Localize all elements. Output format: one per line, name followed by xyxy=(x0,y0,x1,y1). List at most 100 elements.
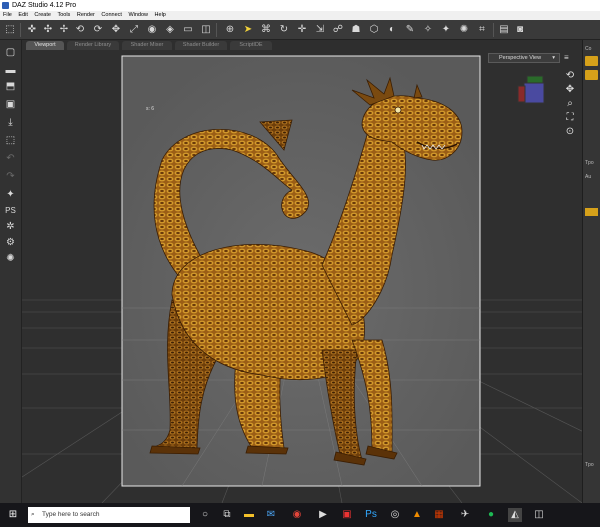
scene-render xyxy=(22,55,582,503)
surface-selection-icon[interactable]: ◐ xyxy=(386,24,398,36)
active-pose-icon[interactable]: ⟲ xyxy=(74,24,86,36)
render-settings-icon[interactable]: ▤ xyxy=(498,24,510,36)
gear-icon[interactable]: ⚙ xyxy=(4,236,17,249)
content-icon[interactable] xyxy=(585,70,598,80)
app-icon[interactable]: ◎ xyxy=(388,508,402,522)
camera-dropdown[interactable]: Perspective View ▾ xyxy=(488,53,560,63)
figure-icon[interactable]: ☗ xyxy=(350,24,362,36)
tab-scriptide[interactable]: ScriptIDE xyxy=(230,41,272,50)
menu-connect[interactable]: Connect xyxy=(101,11,122,20)
daz-studio-taskbar-icon[interactable]: ◭ xyxy=(508,508,522,522)
universal-tool-icon[interactable]: ⊕ xyxy=(224,24,236,36)
save-as-icon[interactable]: ⤓ xyxy=(4,116,17,129)
spot-render-icon[interactable]: ▭ xyxy=(182,24,194,36)
export-icon[interactable]: ⬚ xyxy=(4,134,17,147)
menu-window[interactable]: Window xyxy=(128,11,148,20)
undo-icon[interactable]: ↶ xyxy=(4,152,17,165)
tab-viewport[interactable]: Viewport xyxy=(26,41,64,50)
geometry-icon[interactable]: ◈ xyxy=(164,24,176,36)
panel-tab-label[interactable]: Co xyxy=(585,44,599,54)
viewport-nav-tools: ⟲ ✥ ⌕ ⛶ ⊙ xyxy=(562,70,578,140)
office-icon[interactable]: ▦ xyxy=(432,508,446,522)
rotate-icon[interactable]: ⟳ xyxy=(92,24,104,36)
pose-tool-icon[interactable]: ⌘ xyxy=(260,24,272,36)
scale-tool-icon[interactable]: ⇲ xyxy=(314,24,326,36)
frame-icon[interactable]: ⛶ xyxy=(564,112,576,124)
scale-icon[interactable]: ⤢ xyxy=(128,24,140,36)
orbit-icon[interactable]: ⟲ xyxy=(564,70,576,82)
menu-file[interactable]: File xyxy=(3,11,12,20)
file-explorer-icon[interactable]: ▬ xyxy=(242,508,256,522)
joint-editor-icon[interactable]: ✣ xyxy=(42,24,54,36)
photoshop-icon[interactable]: Ps xyxy=(364,508,378,522)
scene-item-icon[interactable] xyxy=(585,208,598,216)
chrome-icon[interactable]: ◉ xyxy=(290,508,304,522)
folder-icon[interactable] xyxy=(585,56,598,66)
pdf-icon[interactable]: ▣ xyxy=(340,508,354,522)
viewport-canvas[interactable]: s: 6 xyxy=(22,50,582,503)
tab-shader-mixer[interactable]: Shader Mixer xyxy=(122,41,172,50)
region-icon[interactable]: ◫ xyxy=(200,24,212,36)
shopping-icon[interactable]: ◫ xyxy=(532,508,546,522)
panel-tab-label[interactable]: Tpo xyxy=(585,158,599,168)
windows-logo-icon[interactable]: ⊞ xyxy=(6,508,20,522)
title-bar: DAZ Studio 4.12 Pro xyxy=(0,0,600,11)
frame-label: s: 6 xyxy=(146,106,155,112)
menu-icon[interactable]: ≡ xyxy=(564,53,574,63)
cortana-icon[interactable]: ○ xyxy=(198,508,212,522)
spot-light-icon[interactable]: ✦ xyxy=(440,24,452,36)
toolbar-separator xyxy=(20,23,21,37)
render-icon[interactable]: ◙ xyxy=(514,24,526,36)
surface-icon[interactable]: ◉ xyxy=(146,24,158,36)
light-icon[interactable]: ✧ xyxy=(422,24,434,36)
search-icon: ⌕ xyxy=(31,511,35,518)
select-tool-icon[interactable]: ⬚ xyxy=(4,24,16,36)
menu-help[interactable]: Help xyxy=(155,11,166,20)
taskbar: ⊞ ⌕ Type here to search ○ ⧉ ▬ ✉ ◉ ▶ ▣ Ps… xyxy=(0,503,600,527)
node-icon[interactable]: ✜ xyxy=(26,24,38,36)
camera-label: Perspective View xyxy=(499,55,542,61)
menu-tools[interactable]: Tools xyxy=(57,11,70,20)
media-icon[interactable]: ▶ xyxy=(316,508,330,522)
node-weight-icon[interactable]: ☍ xyxy=(332,24,344,36)
pointer-icon[interactable]: ➤ xyxy=(242,24,254,36)
zoom-icon[interactable]: ⌕ xyxy=(564,98,576,110)
region-navigator-icon[interactable]: ⌗ xyxy=(476,24,488,36)
ps-icon[interactable]: PS xyxy=(4,204,17,217)
new-scene-icon[interactable]: ▢ xyxy=(4,46,17,59)
power-pose-icon[interactable]: ✢ xyxy=(58,24,70,36)
merge-icon[interactable]: ⬒ xyxy=(4,80,17,93)
panel-tab-label[interactable]: Tpo xyxy=(585,460,599,470)
pan-icon[interactable]: ✥ xyxy=(564,84,576,96)
point-light-icon[interactable]: ✺ xyxy=(458,24,470,36)
task-view-icon[interactable]: ⧉ xyxy=(220,508,234,522)
left-toolbar: ▢ ▬ ⬒ ▣ ⤓ ⬚ ↶ ↷ ✦ PS ✲ ⚙ ✺ xyxy=(0,40,22,503)
brush-icon[interactable]: ✎ xyxy=(404,24,416,36)
panel-tab-label[interactable]: Au xyxy=(585,172,599,182)
menu-render[interactable]: Render xyxy=(77,11,95,20)
sparkle-icon[interactable]: ✦ xyxy=(4,188,17,201)
geometry-editor-icon[interactable]: ⬡ xyxy=(368,24,380,36)
taskbar-search[interactable]: ⌕ Type here to search xyxy=(28,507,190,523)
save-icon[interactable]: ▣ xyxy=(4,98,17,111)
redo-icon[interactable]: ↷ xyxy=(4,170,17,183)
main-toolbar: ⬚ ✜ ✣ ✢ ⟲ ⟳ ✥ ⤢ ◉ ◈ ▭ ◫ ⊕ ➤ ⌘ ↻ ✛ ⇲ ☍ ☗ … xyxy=(0,20,600,40)
translate-icon[interactable]: ✥ xyxy=(110,24,122,36)
tablet-icon[interactable]: ✈ xyxy=(458,508,472,522)
rotate-tool-icon[interactable]: ↻ xyxy=(278,24,290,36)
panel-tabs: Viewport Render Library Shader Mixer Sha… xyxy=(22,40,582,50)
bones-icon[interactable]: ✲ xyxy=(4,220,17,233)
figure-tool-icon[interactable]: ✺ xyxy=(4,252,17,265)
open-icon[interactable]: ▬ xyxy=(4,64,17,77)
mail-icon[interactable]: ✉ xyxy=(264,508,278,522)
toolbar-separator xyxy=(216,23,217,37)
vlc-icon[interactable]: ▲ xyxy=(410,508,424,522)
view-cube xyxy=(517,75,545,104)
tab-render-library[interactable]: Render Library xyxy=(67,41,119,50)
menu-edit[interactable]: Edit xyxy=(18,11,27,20)
reset-view-icon[interactable]: ⊙ xyxy=(564,126,576,138)
menu-create[interactable]: Create xyxy=(34,11,51,20)
tab-shader-builder[interactable]: Shader Builder xyxy=(175,41,227,50)
translate-tool-icon[interactable]: ✛ xyxy=(296,24,308,36)
spotify-icon[interactable]: ● xyxy=(484,508,498,522)
